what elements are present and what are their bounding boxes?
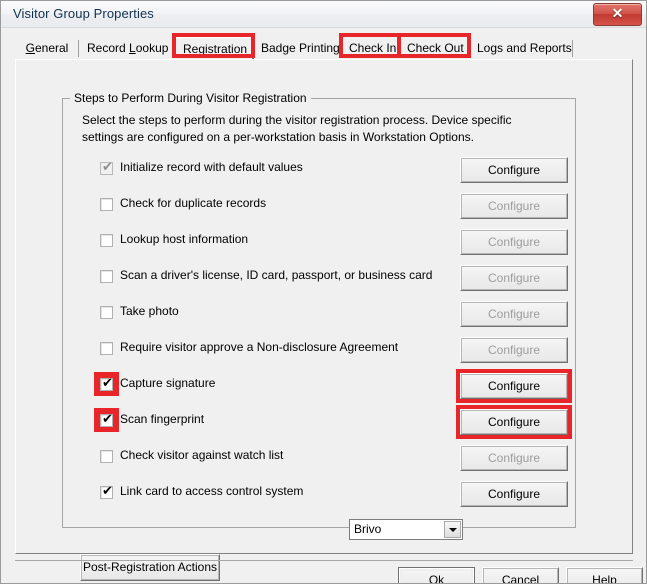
configure-button[interactable]: Configure [460,409,568,435]
step-label: Check for duplicate records [120,196,267,210]
step-label: Scan fingerprint [120,412,205,426]
cancel-button[interactable]: Cancel [482,567,559,583]
dialog-client-area: General Record Lookup Registration Badge Pr… [5,28,644,583]
step-label: Link card to access control system [120,484,304,498]
check-icon: ✔ [102,412,113,427]
chevron-down-icon[interactable] [444,521,461,538]
checkbox-wrapper [100,306,113,319]
step-row: Check for duplicate records Configure [16,193,634,221]
checkbox-wrapper: ✔ [100,412,113,427]
footer-divider [15,560,633,561]
checkbox-wrapper [100,342,113,355]
title-bar: Visitor Group Properties ✕ [1,1,646,28]
checkbox-wrapper [100,270,113,283]
tab-label: Record Lookup [87,41,169,55]
checkbox-lookup-host-information[interactable] [100,234,113,247]
step-row: Lookup host information Configure [16,229,634,257]
checkbox-capture-signature[interactable]: ✔ [100,376,113,391]
configure-button: Configure [460,445,568,471]
checkbox-link-card-to-access-control-system[interactable]: ✔ [100,484,113,499]
check-icon: ✔ [102,484,113,499]
window-title: Visitor Group Properties [13,6,154,21]
tab-label: General [25,41,69,55]
ok-button[interactable]: Ok [398,567,475,583]
tab-label: Logs and Reports [477,41,572,55]
step-row: ✔ Initialize record with default values Co… [16,157,634,185]
step-row: Scan a driver's license, ID card, passpo… [16,265,634,293]
check-icon: ✔ [102,376,113,391]
close-button[interactable]: ✕ [593,3,642,26]
checkbox-check-for-duplicate-records[interactable] [100,198,113,211]
step-label: Capture signature [120,376,216,390]
checkbox-check-visitor-against-watch-list[interactable] [100,450,113,463]
tab-general[interactable]: General [15,37,79,60]
checkbox-wrapper [100,450,113,463]
help-button[interactable]: Help [566,567,643,583]
checkbox-initialize-record-with-default-values: ✔ [100,160,113,175]
checkbox-scan-a-driver-s-license-id-card-passport[interactable] [100,270,113,283]
step-label: Initialize record with default values [120,160,303,174]
step-row: ✔ Link card to access control system Confi… [16,481,634,509]
step-row: Check visitor against watch list Configur… [16,445,634,473]
post-registration-actions-button[interactable]: Post-Registration Actions [80,554,220,581]
dialog-window: Visitor Group Properties ✕ General Record… [0,0,647,584]
configure-button: Configure [460,193,568,219]
step-row: ✔ Capture signature Configure [16,369,634,403]
step-label: Take photo [120,304,179,318]
groupbox-legend: Steps to Perform During Visitor Registra… [70,91,311,105]
checkbox-require-visitor-approve-a-non-disclosure[interactable] [100,342,113,355]
tab-check-out[interactable]: Check Out [399,37,469,60]
checkbox-take-photo[interactable] [100,306,113,319]
close-icon: ✕ [611,5,624,21]
step-row: Take photo Configure [16,301,634,329]
tab-logs-and-reports[interactable]: Logs and Reports [469,37,573,60]
access-control-system-value: Brivo [354,522,382,536]
configure-button[interactable]: Configure [460,373,568,399]
checkbox-wrapper [100,198,113,211]
configure-button: Configure [460,265,568,291]
checkbox-wrapper: ✔ [100,160,113,175]
checkbox-wrapper: ✔ [100,376,113,391]
check-icon: ✔ [102,160,113,175]
tab-check-in[interactable]: Check In [341,37,399,60]
tab-label: Registration [183,42,248,56]
checkbox-wrapper [100,234,113,247]
step-label: Require visitor approve a Non-disclosure… [120,340,399,354]
configure-button: Configure [460,229,568,255]
step-label: Check visitor against watch list [120,448,284,462]
access-control-system-dropdown[interactable]: Brivo [349,519,463,540]
tab-record-lookup[interactable]: Record Lookup [79,37,174,60]
configure-button[interactable]: Configure [460,157,568,183]
tab-label: Badge Printing [261,41,340,55]
tab-label: Check In [349,41,397,55]
checkbox-wrapper: ✔ [100,484,113,499]
tab-badge-printing[interactable]: Badge Printing [253,37,341,60]
tab-panel-registration: Steps to Perform During Visitor Registra… [15,59,634,581]
groupbox-description: Select the steps to perform during the v… [82,113,512,144]
checkbox-scan-fingerprint[interactable]: ✔ [100,412,113,427]
configure-button: Configure [460,301,568,327]
tab-registration[interactable]: Registration [174,37,253,60]
step-label: Lookup host information [120,232,249,246]
step-label: Scan a driver's license, ID card, passpo… [120,268,433,282]
tab-label: Check Out [407,41,464,55]
step-row: ✔ Scan fingerprint Configure [16,405,634,439]
configure-button[interactable]: Configure [460,481,568,507]
step-row: Require visitor approve a Non-disclosure… [16,337,634,365]
configure-button: Configure [460,337,568,363]
